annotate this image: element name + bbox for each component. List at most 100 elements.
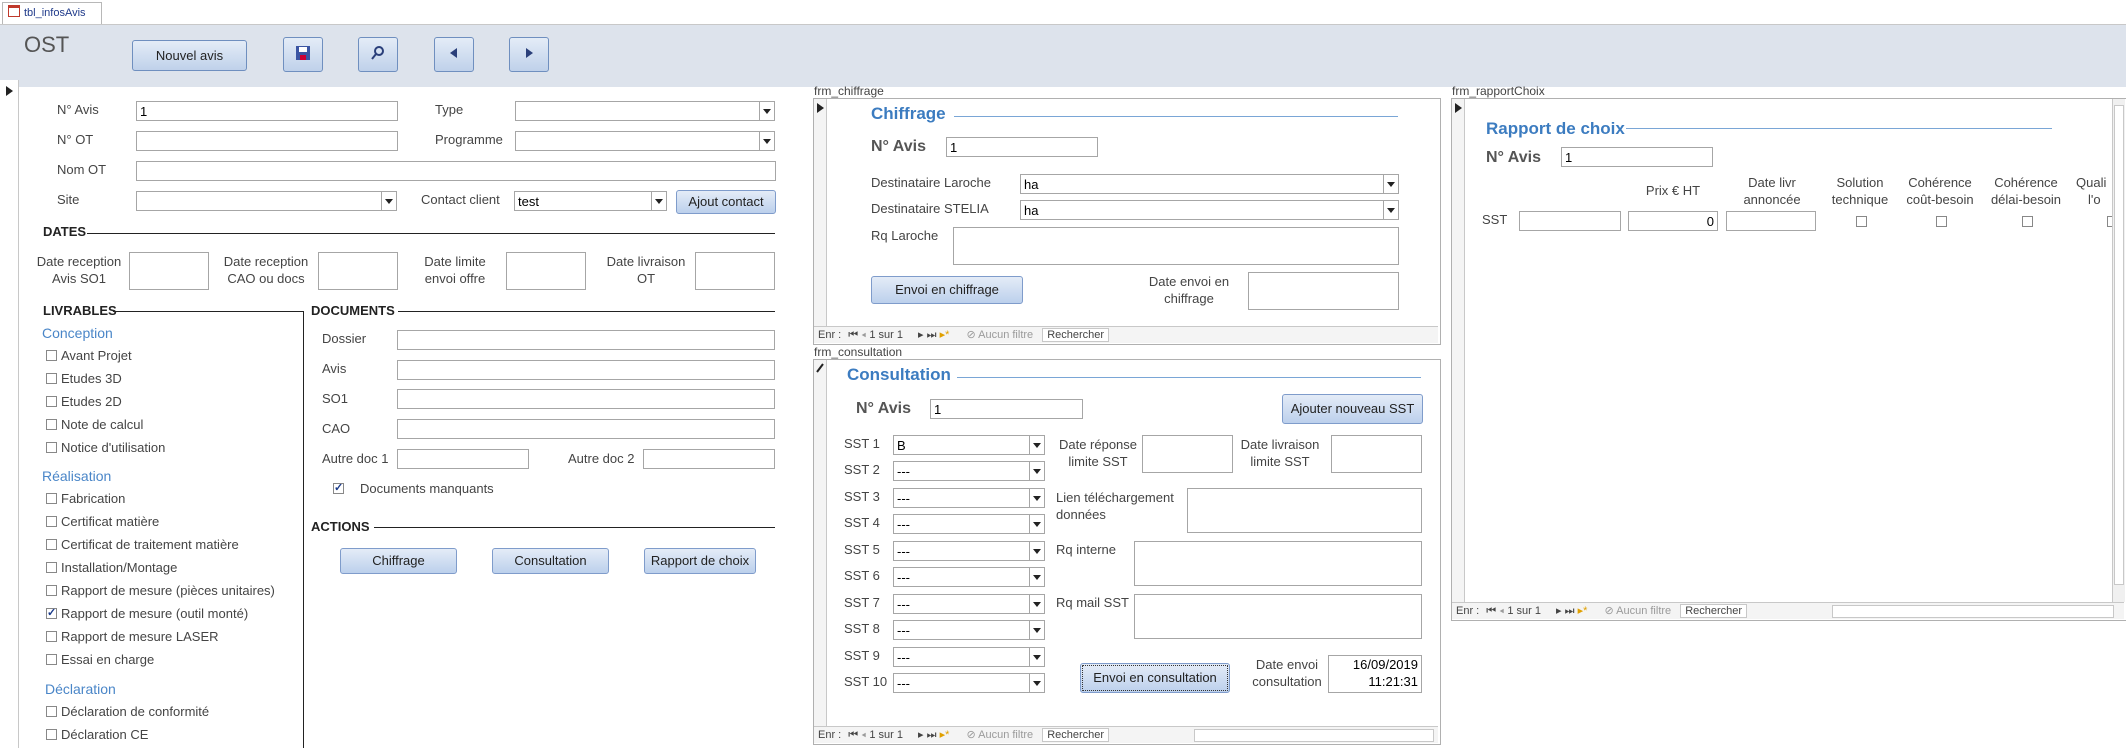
vertical-scrollbar[interactable]	[2112, 99, 2125, 602]
checkbox-rapport-laser[interactable]	[46, 631, 57, 642]
checkbox-solution-technique[interactable]	[1856, 216, 1867, 227]
checkbox-etudes-3d[interactable]	[46, 373, 57, 384]
num-avis-input[interactable]: 1	[136, 101, 398, 121]
chevron-down-icon[interactable]	[651, 192, 666, 210]
ajout-contact-button[interactable]: Ajout contact	[676, 190, 776, 214]
record-position[interactable]: 1 sur 1	[1507, 605, 1541, 617]
filter-status[interactable]: Aucun filtre	[1616, 605, 1671, 617]
checkbox-certificat-matiere[interactable]	[46, 516, 57, 527]
chevron-down-icon[interactable]	[1029, 674, 1044, 692]
autre-doc2-input[interactable]	[643, 449, 775, 469]
nav-search-input[interactable]: Rechercher	[1680, 604, 1748, 618]
sst-combo[interactable]: ---	[893, 673, 1045, 693]
chevron-down-icon[interactable]	[1029, 568, 1044, 586]
num-avis-input[interactable]: 1	[930, 399, 1083, 419]
first-record-icon[interactable]: ⏮	[1486, 605, 1496, 617]
chevron-down-icon[interactable]	[1383, 175, 1398, 193]
chevron-down-icon[interactable]	[759, 132, 774, 150]
lien-telechargement-input[interactable]	[1187, 488, 1422, 533]
nom-ot-input[interactable]	[136, 161, 776, 181]
checkbox-essai-en-charge[interactable]	[46, 654, 57, 665]
no-filter-icon[interactable]: ⊘	[1604, 605, 1613, 617]
sst-combo[interactable]: ---	[893, 461, 1045, 481]
sst-combo[interactable]: ---	[893, 620, 1045, 640]
checkbox-coherence-cout[interactable]	[1936, 216, 1947, 227]
first-record-icon[interactable]: ⏮	[848, 729, 858, 741]
prev-record-icon[interactable]: ◂	[861, 329, 866, 341]
programme-combo[interactable]	[515, 131, 775, 151]
checkbox-rapport-pieces-unitaires[interactable]	[46, 585, 57, 596]
contact-client-combo[interactable]: test	[514, 191, 667, 211]
record-selector[interactable]	[0, 80, 19, 748]
chevron-down-icon[interactable]	[1029, 436, 1044, 454]
checkbox-notice-utilisation[interactable]	[46, 442, 57, 453]
sst-name-input[interactable]	[1519, 211, 1621, 231]
record-position[interactable]: 1 sur 1	[869, 329, 903, 341]
new-record-icon[interactable]: ▸*	[940, 729, 950, 741]
next-record-icon[interactable]: ▸	[918, 329, 924, 341]
tab-tbl-infosavis[interactable]: tbl_infosAvis	[2, 2, 102, 24]
date-envoi-chiffrage-input[interactable]	[1248, 272, 1399, 310]
prev-record-icon[interactable]: ◂	[861, 729, 866, 741]
filter-status[interactable]: Aucun filtre	[978, 729, 1033, 741]
record-selector[interactable]	[814, 360, 827, 726]
date-livr-input[interactable]	[1726, 211, 1816, 231]
sst-combo[interactable]: B	[893, 435, 1045, 455]
checkbox-fabrication[interactable]	[46, 493, 57, 504]
chevron-down-icon[interactable]	[1029, 595, 1044, 613]
chevron-down-icon[interactable]	[1383, 201, 1398, 219]
doc-input-so1[interactable]	[397, 389, 775, 409]
chevron-down-icon[interactable]	[1029, 648, 1044, 666]
doc-input-avis[interactable]	[397, 360, 775, 380]
sst-combo[interactable]: ---	[893, 514, 1045, 534]
checkbox-installation-montage[interactable]	[46, 562, 57, 573]
record-position[interactable]: 1 sur 1	[869, 729, 903, 741]
doc-input-cao[interactable]	[397, 419, 775, 439]
chevron-down-icon[interactable]	[1029, 462, 1044, 480]
checkbox-rapport-outil-monte[interactable]	[46, 606, 57, 619]
chevron-down-icon[interactable]	[1029, 515, 1044, 533]
record-selector[interactable]	[814, 99, 827, 326]
next-record-icon[interactable]: ▸	[918, 729, 924, 741]
type-combo[interactable]	[515, 101, 775, 121]
date-envoi-consultation-input[interactable]: 16/09/2019 11:21:31	[1328, 655, 1422, 693]
checkbox-certificat-traitement[interactable]	[46, 539, 57, 550]
checkbox-avant-projet[interactable]	[46, 350, 57, 361]
nav-search-input[interactable]: Rechercher	[1042, 328, 1110, 342]
dest-stelia-combo[interactable]: ha	[1020, 200, 1399, 220]
envoi-consultation-button[interactable]: Envoi en consultation	[1080, 663, 1230, 693]
chevron-down-icon[interactable]	[1029, 489, 1044, 507]
chevron-down-icon[interactable]	[759, 102, 774, 120]
chiffrage-button[interactable]: Chiffrage	[340, 548, 457, 574]
search-button[interactable]	[358, 37, 398, 72]
checkbox-etudes-2d[interactable]	[46, 396, 57, 407]
last-record-icon[interactable]: ⏭	[927, 729, 937, 741]
sst-combo[interactable]: ---	[893, 567, 1045, 587]
date-livraison-ot-input[interactable]	[695, 252, 775, 290]
autre-doc1-input[interactable]	[397, 449, 529, 469]
prev-record-icon[interactable]: ◂	[1499, 605, 1504, 617]
chevron-down-icon[interactable]	[1029, 542, 1044, 560]
dest-laroche-combo[interactable]: ha	[1020, 174, 1399, 194]
nav-search-input[interactable]: Rechercher	[1042, 728, 1110, 742]
num-avis-input[interactable]: 1	[1561, 147, 1713, 167]
chevron-down-icon[interactable]	[381, 192, 396, 210]
horizontal-scrollbar[interactable]	[1194, 729, 1434, 742]
sst-combo[interactable]: ---	[893, 488, 1045, 508]
rq-interne-input[interactable]	[1134, 541, 1422, 586]
consultation-button[interactable]: Consultation	[492, 548, 609, 574]
site-combo[interactable]	[136, 191, 397, 211]
scrollbar-thumb[interactable]	[2114, 105, 2124, 585]
date-reception-avis-input[interactable]	[129, 252, 209, 290]
first-record-icon[interactable]: ⏮	[848, 329, 858, 341]
rq-laroche-input[interactable]	[953, 227, 1399, 265]
checkbox-note-de-calcul[interactable]	[46, 419, 57, 430]
prix-ht-input[interactable]: 0	[1628, 211, 1718, 231]
no-filter-icon[interactable]: ⊘	[966, 729, 975, 741]
checkbox-documents-manquants[interactable]	[333, 481, 344, 494]
num-ot-input[interactable]	[136, 131, 398, 151]
sst-combo[interactable]: ---	[893, 541, 1045, 561]
num-avis-input[interactable]: 1	[946, 137, 1098, 157]
date-reception-cao-input[interactable]	[318, 252, 398, 290]
checkbox-declaration-conformite[interactable]	[46, 706, 57, 717]
